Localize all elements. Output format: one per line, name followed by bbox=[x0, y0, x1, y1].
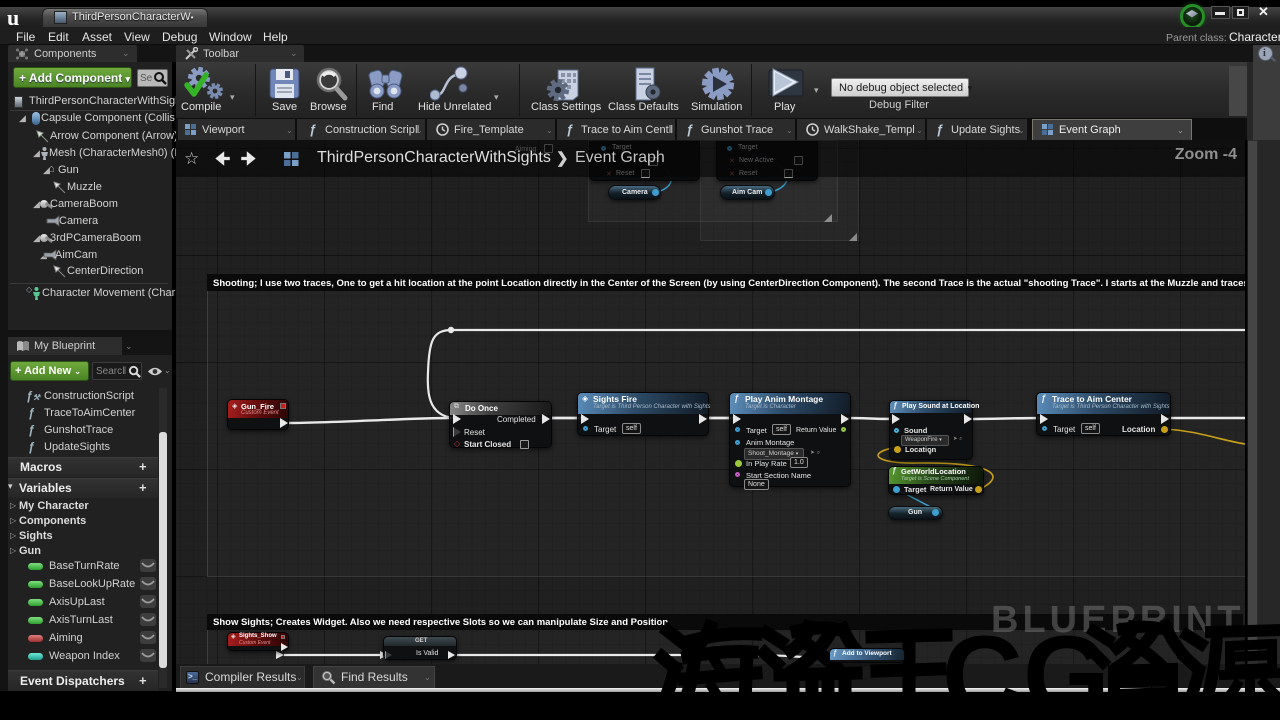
svg-text:CG: CG bbox=[942, 615, 1110, 720]
